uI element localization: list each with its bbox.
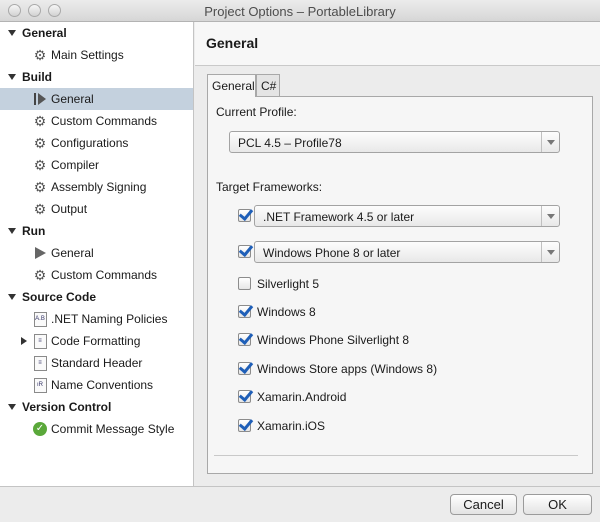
sidebar-item-label: Custom Commands [51,114,158,128]
gear-icon: ⚙ [33,47,47,63]
sidebar-item-label: Custom Commands [51,268,158,282]
chevron-down-icon [547,250,555,255]
chevron-down-icon [547,214,555,219]
page-title: General [206,35,259,51]
sidebar-category-build[interactable]: Build [0,66,193,88]
category-label: General [22,26,67,40]
naming-policy-icon: A.B [32,311,48,327]
document-icon: ≡ [32,355,48,371]
silverlight-label[interactable]: Silverlight 5 [257,277,319,291]
category-label: Version Control [22,400,112,414]
category-label: Build [22,70,52,84]
sidebar-category-source-code[interactable]: Source Code [0,286,193,308]
disclosure-expanded-icon[interactable] [8,74,16,80]
sidebar-category-run[interactable]: Run [0,220,193,242]
sidebar-item-main-settings[interactable]: ⚙ Main Settings [0,44,193,66]
disclosure-expanded-icon[interactable] [8,228,16,234]
ok-button[interactable]: OK [523,494,592,515]
sidebar-item-run-custom-commands[interactable]: ⚙ Custom Commands [0,264,193,286]
checkbox-silverlight[interactable] [238,277,251,290]
dialog-button-bar: Cancel OK [0,486,600,522]
sidebar-item-label: Assembly Signing [51,180,147,194]
sidebar-category-general[interactable]: General [0,22,193,44]
gear-icon: ⚙ [33,135,47,151]
panel-header: General [195,22,600,66]
sidebar-item-commit-message-style[interactable]: ✓ Commit Message Style [0,418,193,440]
window-title: Project Options – PortableLibrary [204,4,396,19]
disclosure-expanded-icon[interactable] [8,294,16,300]
sidebar-item-compiler[interactable]: ⚙ Compiler [0,154,193,176]
sidebar-item-output[interactable]: ⚙ Output [0,198,193,220]
divider [214,455,578,456]
sidebar-item-run-general[interactable]: General [0,242,193,264]
gear-icon: ⚙ [33,157,47,173]
disclosure-expanded-icon[interactable] [8,30,16,36]
category-label: Run [22,224,46,238]
tab-csharp[interactable]: C# [256,74,280,96]
sidebar-item-label: Name Conventions [51,378,154,392]
sidebar-item-build-general[interactable]: General [0,88,193,110]
checkbox-windows-store[interactable] [238,362,251,375]
sidebar-category-version-control[interactable]: Version Control [0,396,193,418]
gear-icon: ⚙ [33,201,47,217]
sidebar-item-label: Configurations [51,136,129,150]
checkbox-xamarin-ios[interactable] [238,419,251,432]
gear-icon: ⚙ [33,179,47,195]
net-framework-select-value: .NET Framework 4.5 or later [263,210,415,224]
dropdown-arrow-box[interactable] [541,206,559,226]
sidebar-item-build-custom-commands[interactable]: ⚙ Custom Commands [0,110,193,132]
gear-icon: ⚙ [33,267,47,283]
title-bar: Project Options – PortableLibrary [0,0,600,22]
checkbox-wp-silverlight[interactable] [238,333,251,346]
sidebar-item-label: Compiler [51,158,100,172]
sidebar-item-label: Main Settings [51,48,124,62]
tab-general[interactable]: General [207,74,256,97]
sidebar-item-label: Code Formatting [51,334,141,348]
net-framework-select[interactable]: .NET Framework 4.5 or later [254,205,560,227]
sidebar-item-label: General [51,92,94,106]
dropdown-arrow-box[interactable] [541,132,559,152]
code-formatting-icon: ≡ [32,333,48,349]
gear-icon: ⚙ [33,113,47,129]
options-sidebar: General ⚙ Main Settings Build General ⚙ … [0,22,194,486]
sidebar-item-label: .NET Naming Policies [51,312,168,326]
sidebar-item-configurations[interactable]: ⚙ Configurations [0,132,193,154]
target-frameworks-label: Target Frameworks: [216,180,323,194]
xamarin-ios-label[interactable]: Xamarin.iOS [257,419,325,433]
cancel-button[interactable]: Cancel [450,494,517,515]
disclosure-collapsed-icon[interactable] [21,337,27,345]
sidebar-item-label: Commit Message Style [51,422,175,436]
wp-silverlight-label[interactable]: Windows Phone Silverlight 8 [257,333,409,347]
windows-store-label[interactable]: Windows Store apps (Windows 8) [257,362,437,376]
check-circle-icon: ✓ [32,421,48,437]
category-label: Source Code [22,290,97,304]
profile-select-value: PCL 4.5 – Profile78 [238,136,342,150]
chevron-down-icon [547,140,555,145]
run-build-icon [32,91,48,107]
name-conventions-icon: ıR [32,377,48,393]
disclosure-expanded-icon[interactable] [8,404,16,410]
profile-select[interactable]: PCL 4.5 – Profile78 [229,131,560,153]
sidebar-item-label: Output [51,202,88,216]
dropdown-arrow-box[interactable] [541,242,559,262]
sidebar-item-assembly-signing[interactable]: ⚙ Assembly Signing [0,176,193,198]
play-icon [32,245,48,261]
sidebar-item-label: General [51,246,94,260]
windows-phone-select-value: Windows Phone 8 or later [263,246,401,260]
checkbox-xamarin-android[interactable] [238,390,251,403]
windows-8-label[interactable]: Windows 8 [257,305,316,319]
current-profile-label: Current Profile: [216,105,297,119]
xamarin-android-label[interactable]: Xamarin.Android [257,390,346,404]
checkbox-windows-8[interactable] [238,305,251,318]
sidebar-item-name-conventions[interactable]: ıR Name Conventions [0,374,193,396]
windows-phone-select[interactable]: Windows Phone 8 or later [254,241,560,263]
sidebar-item-label: Standard Header [51,356,143,370]
sidebar-item-naming-policies[interactable]: A.B .NET Naming Policies [0,308,193,330]
checkbox-net-framework[interactable] [238,209,251,222]
sidebar-item-code-formatting[interactable]: ≡ Code Formatting [0,330,193,352]
checkbox-windows-phone[interactable] [238,245,251,258]
sidebar-item-standard-header[interactable]: ≡ Standard Header [0,352,193,374]
